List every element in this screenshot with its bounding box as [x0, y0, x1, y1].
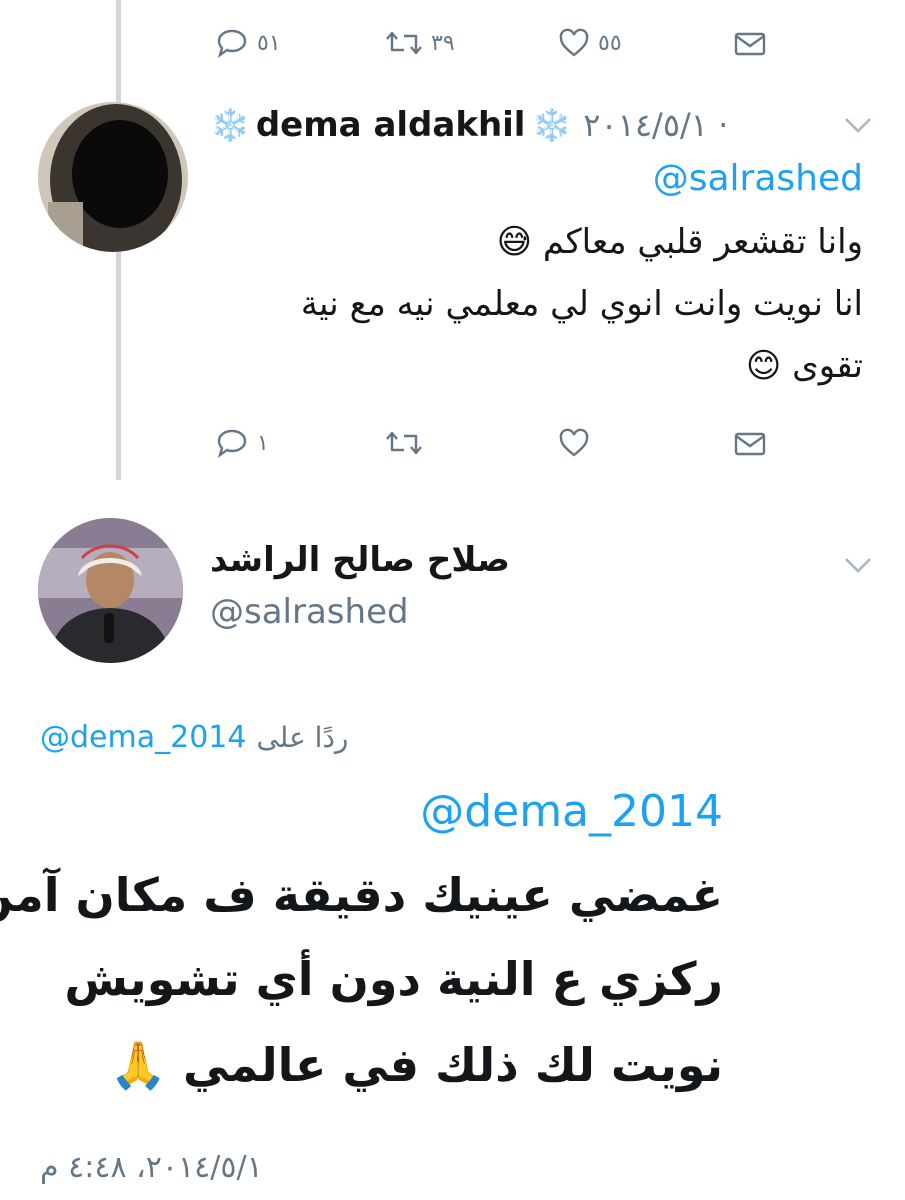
avatar[interactable] — [38, 518, 183, 663]
retweet-count: ٣٩ — [431, 30, 455, 56]
reply-icon — [217, 429, 247, 458]
replying-to-label: ردًا على — [256, 721, 349, 754]
reply-button[interactable]: ١ — [215, 428, 269, 458]
message-button[interactable] — [733, 430, 767, 458]
heart-icon — [559, 28, 589, 57]
tweet-text-line: غمضي عينيك دقيقة ف مكان آمن — [0, 868, 723, 922]
mention-link[interactable]: @dema_2014 — [420, 786, 723, 837]
tweet-timestamp[interactable]: ٢٠١٤/٥/١، ٤:٤٨ م — [40, 1150, 263, 1185]
display-name[interactable]: dema aldakhil — [256, 105, 526, 145]
retweet-button[interactable]: ٣٩ — [385, 28, 455, 58]
tweet-header: ❄️ dema aldakhil ❄️ ٢٠١٤/٥/١ · — [210, 100, 728, 150]
reply-icon — [217, 29, 247, 58]
reply-button[interactable]: ٥١ — [215, 28, 281, 58]
reply-count: ١ — [257, 430, 269, 456]
heart-icon — [559, 428, 589, 457]
tweet-text-line: تقوى 😊 — [745, 346, 863, 386]
avatar[interactable] — [38, 102, 188, 252]
tweet-text-line: نويت لك ذلك في عالمي 🙏 — [109, 1038, 723, 1092]
snowflake-emoji: ❄️ — [531, 106, 572, 144]
replying-to-handle[interactable]: @dema_2014 — [40, 720, 246, 755]
envelope-icon — [734, 432, 766, 456]
like-button[interactable] — [558, 428, 590, 458]
chevron-down-icon[interactable] — [843, 116, 873, 134]
reply-to-handle[interactable]: @salrashed — [653, 158, 863, 199]
envelope-icon — [734, 32, 766, 56]
tweet-date[interactable]: ٢٠١٤/٥/١ · — [583, 106, 728, 144]
snowflake-emoji: ❄️ — [210, 106, 250, 144]
like-button[interactable]: ٥٥ — [558, 28, 622, 58]
reply-count: ٥١ — [257, 30, 281, 56]
tweet-text-line: ركزي ع النية دون أي تشويش — [64, 952, 723, 1006]
chevron-down-icon[interactable] — [843, 556, 873, 574]
replying-to: @dema_2014 ردًا على — [40, 720, 348, 755]
retweet-icon — [386, 31, 422, 55]
retweet-button[interactable] — [385, 428, 423, 458]
retweet-icon — [386, 431, 422, 455]
tweet-text-line: وانا تقشعر قلبي معاكم 😅 — [496, 222, 863, 262]
like-count: ٥٥ — [598, 30, 622, 56]
display-name[interactable]: صلاح صالح الراشد — [210, 540, 510, 580]
message-button[interactable] — [733, 30, 767, 58]
tweet-text-line: انا نويت وانت انوي لي معلمي نيه مع نية — [300, 284, 863, 324]
user-handle[interactable]: @salrashed — [210, 592, 409, 632]
